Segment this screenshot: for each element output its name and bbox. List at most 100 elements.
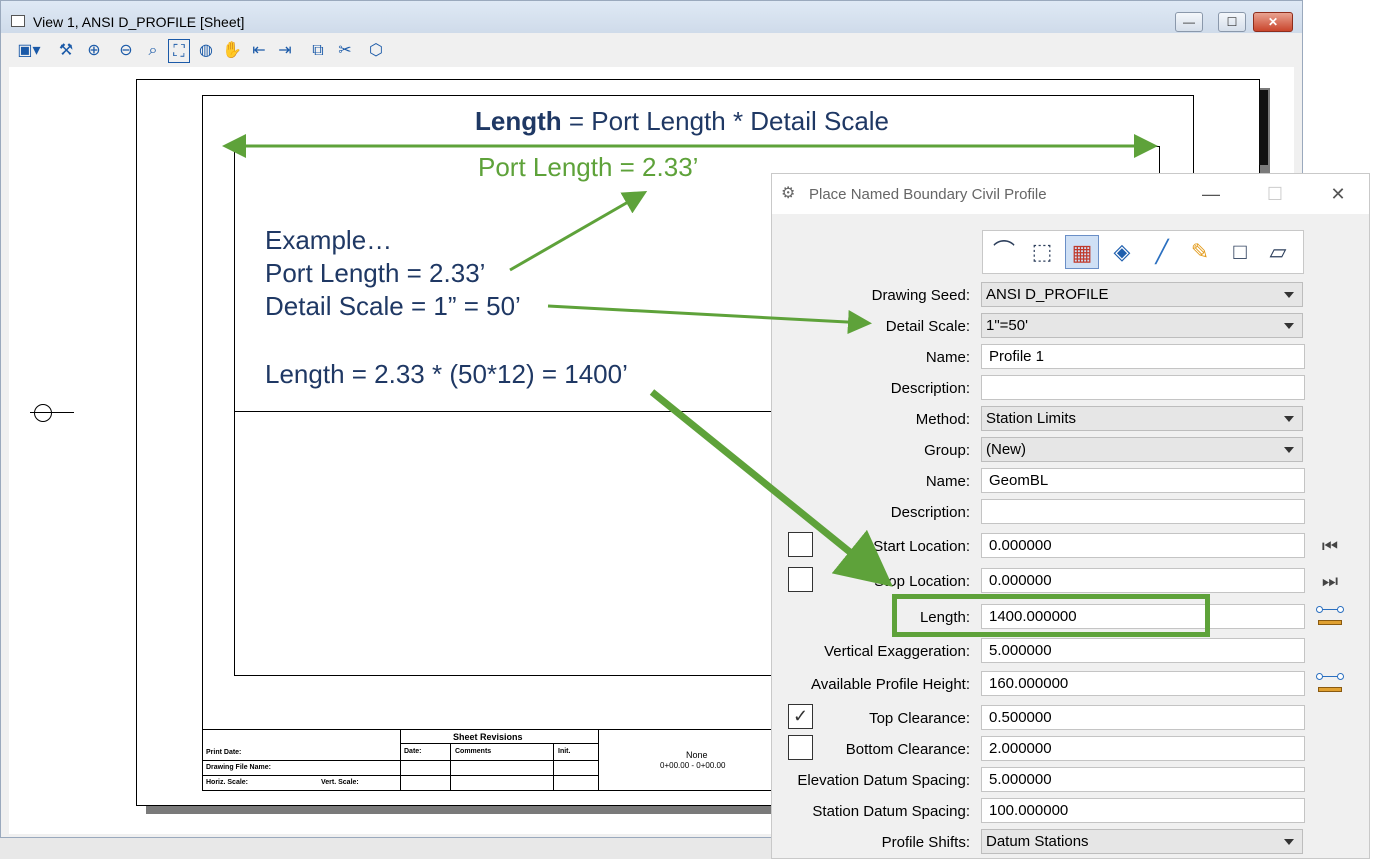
detail-scale-select[interactable]: 1"=50' xyxy=(981,313,1303,338)
skewed-square-icon[interactable]: ▱ xyxy=(1261,235,1295,269)
box-3d-icon[interactable]: ◈ xyxy=(1105,235,1139,269)
dialog-titlebar[interactable]: ⚙ Place Named Boundary Civil Profile — ☐… xyxy=(772,174,1369,214)
elevation-datum-spacing-label: Elevation Datum Spacing: xyxy=(797,772,970,789)
length-formula: Length = Port Length * Detail Scale xyxy=(475,106,889,137)
skip-to-end-icon[interactable]: ⏭ xyxy=(1317,569,1343,593)
method-value: Station Limits xyxy=(986,410,1077,427)
copy-view-icon[interactable]: ⧉ xyxy=(307,39,329,63)
bottom-clearance-label: Bottom Clearance: xyxy=(845,741,970,758)
group-value: (New) xyxy=(986,441,1026,458)
minimize-button[interactable]: — xyxy=(1175,12,1203,32)
update-view-icon[interactable]: ⚒ xyxy=(55,39,77,63)
drawing-seed-select[interactable]: ANSI D_PROFILE xyxy=(981,282,1303,307)
description-label: Description: xyxy=(890,380,970,397)
example-detail-scale: Detail Scale = 1” = 50’ xyxy=(265,291,521,321)
station-datum-spacing-input[interactable]: 100.000000 xyxy=(981,798,1305,823)
view-attributes-icon[interactable]: ▣▾ xyxy=(11,39,47,63)
fit-view-icon[interactable]: ⛶ xyxy=(168,39,190,63)
chevron-down-icon xyxy=(1284,839,1294,845)
clip-volume-icon[interactable]: ✂ xyxy=(334,39,356,63)
horiz-scale-label: Horiz. Scale: xyxy=(206,779,249,786)
name-label: Name: xyxy=(925,349,970,366)
tools-icon: ⚙ xyxy=(781,185,796,202)
profile-stations-text: 0+00.00 - 0+00.00 xyxy=(660,761,726,770)
formula-length-bold: Length xyxy=(475,106,562,136)
top-clearance-input[interactable]: 0.500000 xyxy=(981,705,1305,730)
chevron-down-icon xyxy=(1284,447,1294,453)
detail-scale-label: Detail Scale: xyxy=(885,318,970,335)
grid-icon[interactable]: ▦ xyxy=(1065,235,1099,269)
zoom-out-icon[interactable]: ⊖ xyxy=(115,39,137,63)
drawing-file-name-label: Drawing File Name: xyxy=(206,764,271,771)
example-port-length: Port Length = 2.33’ xyxy=(265,258,486,288)
method-label: Method: xyxy=(915,411,970,428)
station-datum-spacing-label: Station Datum Spacing: xyxy=(812,803,970,820)
group-name-label: Name: xyxy=(925,473,970,490)
dialog-title: Place Named Boundary Civil Profile xyxy=(809,186,1047,203)
close-button[interactable]: ✕ xyxy=(1253,12,1293,32)
revision-comments-header: Comments xyxy=(455,748,492,755)
port-length-note: Port Length = 2.33’ xyxy=(478,152,699,182)
group-select[interactable]: (New) xyxy=(981,437,1303,462)
north-arrow-line xyxy=(30,412,74,413)
available-profile-height-label: Available Profile Height: xyxy=(811,676,970,693)
top-clearance-checkbox[interactable]: ✓ xyxy=(788,704,813,729)
north-arrow-symbol xyxy=(34,404,52,422)
chevron-down-icon xyxy=(1284,292,1294,298)
stop-location-checkbox[interactable] xyxy=(788,567,813,592)
chevron-down-icon xyxy=(1284,416,1294,422)
name-input[interactable]: Profile 1 xyxy=(981,344,1305,369)
sheet-revisions-title: Sheet Revisions xyxy=(453,732,523,742)
select-element-icon[interactable]: ⬚ xyxy=(1025,235,1059,269)
start-location-checkbox[interactable] xyxy=(788,532,813,557)
stop-location-input[interactable]: 0.000000 xyxy=(981,568,1305,593)
line-icon[interactable]: ╱ xyxy=(1145,235,1179,269)
elevation-datum-spacing-input[interactable]: 5.000000 xyxy=(981,767,1305,792)
view-display-icon[interactable]: ⬡ xyxy=(365,39,387,63)
start-location-label: Start Location: xyxy=(873,538,970,555)
boundary-type-toolbar: ⌒ ⬚ ▦ ◈ ╱ ✎ □ ▱ xyxy=(982,230,1304,274)
maximize-button[interactable]: ☐ xyxy=(1218,12,1246,32)
profile-name-text: None xyxy=(686,750,708,760)
print-date-label: Print Date: xyxy=(206,749,242,756)
group-label: Group: xyxy=(924,442,970,459)
view-titlebar[interactable]: View 1, ANSI D_PROFILE [Sheet] — ☐ ✕ xyxy=(1,1,1302,33)
measure-height-icon[interactable] xyxy=(1316,673,1344,696)
stop-location-label: Stop Location: xyxy=(874,573,970,590)
top-clearance-label: Top Clearance: xyxy=(869,710,970,727)
group-name-input[interactable]: GeomBL xyxy=(981,468,1305,493)
group-description-input[interactable] xyxy=(981,499,1305,524)
bottom-clearance-input[interactable]: 2.000000 xyxy=(981,736,1305,761)
rotate-view-icon[interactable]: ◍ xyxy=(195,39,217,63)
dialog-maximize-button[interactable]: ☐ xyxy=(1260,182,1290,206)
example-length-calc: Length = 2.33 * (50*12) = 1400’ xyxy=(265,359,628,389)
civil-profile-icon[interactable]: ⌒ xyxy=(987,235,1021,269)
length-highlight-box xyxy=(892,594,1210,637)
method-select[interactable]: Station Limits xyxy=(981,406,1303,431)
skip-to-start-icon[interactable]: ⏮ xyxy=(1317,534,1343,558)
next-view-icon[interactable]: ⇥ xyxy=(274,39,296,63)
revision-init-header: Init. xyxy=(558,748,571,755)
pencil-icon[interactable]: ✎ xyxy=(1183,235,1217,269)
detail-scale-value: 1"=50' xyxy=(986,317,1028,334)
profile-shifts-value: Datum Stations xyxy=(986,833,1089,850)
available-profile-height-input[interactable]: 160.000000 xyxy=(981,671,1305,696)
zoom-in-icon[interactable]: ⊕ xyxy=(83,39,105,63)
dialog-close-button[interactable]: ✕ xyxy=(1323,182,1353,206)
vertical-exaggeration-input[interactable]: 5.000000 xyxy=(981,638,1305,663)
profile-shifts-select[interactable]: Datum Stations xyxy=(981,829,1303,854)
profile-shifts-label: Profile Shifts: xyxy=(881,834,970,851)
bottom-clearance-checkbox[interactable] xyxy=(788,735,813,760)
description-input[interactable] xyxy=(981,375,1305,400)
pan-view-icon[interactable]: ✋ xyxy=(221,39,243,63)
previous-view-icon[interactable]: ⇤ xyxy=(248,39,270,63)
place-named-boundary-dialog: ⚙ Place Named Boundary Civil Profile — ☐… xyxy=(771,173,1370,859)
vertical-exaggeration-label: Vertical Exaggeration: xyxy=(824,643,970,660)
dialog-minimize-button[interactable]: — xyxy=(1196,182,1226,206)
start-location-input[interactable]: 0.000000 xyxy=(981,533,1305,558)
drawing-seed-value: ANSI D_PROFILE xyxy=(986,286,1109,303)
window-area-icon[interactable]: ⌕ xyxy=(142,39,164,63)
vert-scale-label: Vert. Scale: xyxy=(321,779,359,786)
square-icon[interactable]: □ xyxy=(1223,235,1257,269)
measure-distance-icon[interactable] xyxy=(1316,606,1344,629)
